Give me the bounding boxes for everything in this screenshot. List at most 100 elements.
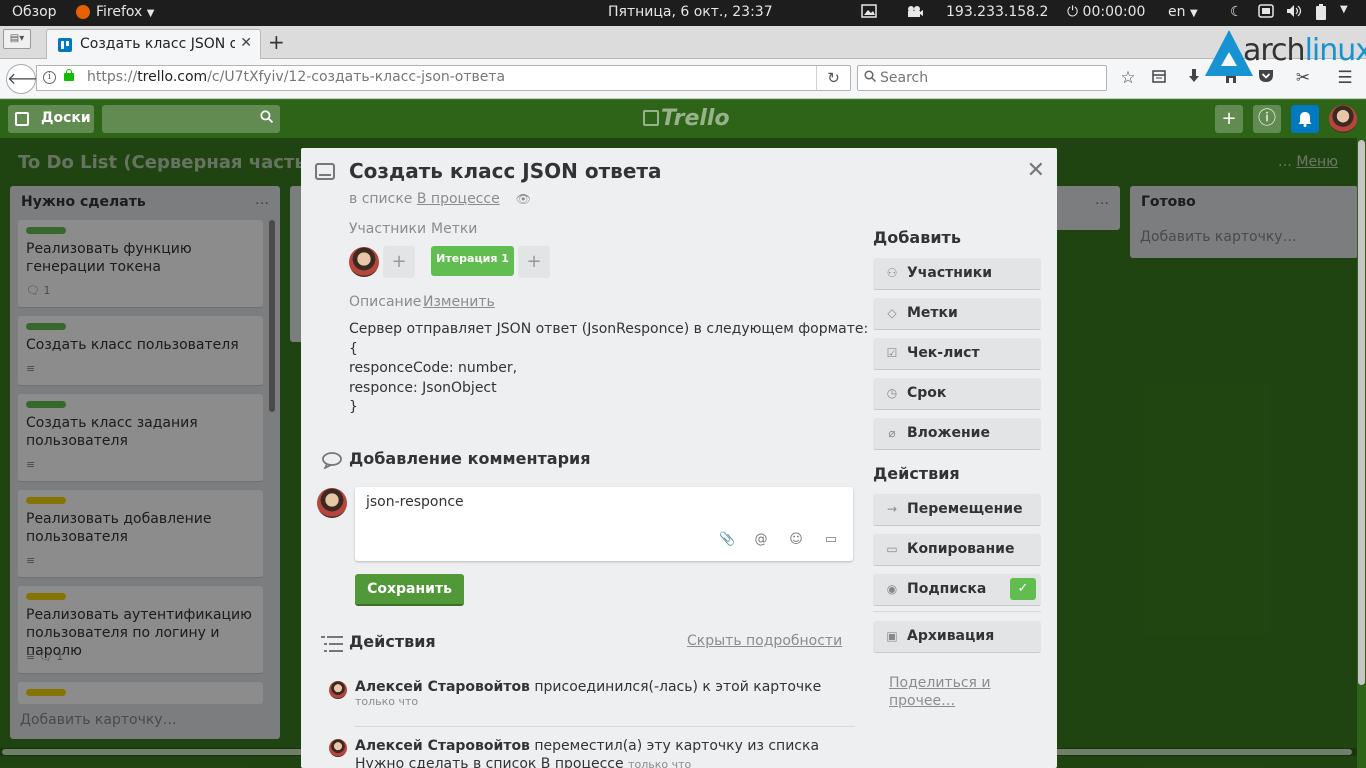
display-icon[interactable]: [1258, 4, 1274, 22]
app-menu-button[interactable]: Firefox ▼: [76, 4, 155, 20]
clock[interactable]: Пятница, 6 окт., 23:37: [608, 4, 773, 20]
boards-label: Доски: [41, 110, 91, 126]
ip-address[interactable]: 193.233.158.2: [946, 4, 1048, 20]
create-button[interactable]: +: [1215, 105, 1243, 133]
activity-text: присоединился(-лась) к этой карточке: [529, 679, 822, 695]
webcam-icon[interactable]: [906, 4, 924, 22]
close-icon[interactable]: ✕: [1027, 158, 1045, 183]
label-chip[interactable]: Итерация 1: [431, 246, 514, 276]
move-button[interactable]: → Перемещение: [873, 494, 1041, 526]
labels-button[interactable]: ◇ Метки: [873, 298, 1041, 330]
activity-user[interactable]: Алексей Старовойтов: [355, 679, 530, 695]
user-avatar[interactable]: [1329, 105, 1357, 133]
search-input[interactable]: [880, 68, 1100, 88]
add-comment-heading: Добавление комментария: [349, 449, 591, 468]
description-text[interactable]: Сервер отправляет JSON ответ (JsonRespon…: [349, 320, 868, 418]
edit-description-link[interactable]: Изменить: [423, 294, 495, 310]
checklist-button[interactable]: ☑ Чек-лист: [873, 338, 1041, 370]
list-name-link[interactable]: В процессе: [417, 191, 500, 207]
timer[interactable]: ⏻ 00:00:00: [1067, 4, 1145, 20]
vertical-scrollbar[interactable]: [1357, 138, 1366, 768]
arch-word: arch: [1243, 33, 1306, 68]
activity-avatar[interactable]: [329, 681, 347, 699]
reload-icon[interactable]: ↻: [816, 66, 850, 90]
paperclip-icon: ⌀: [888, 426, 896, 440]
volume-icon[interactable]: [1286, 4, 1302, 22]
boards-button[interactable]: Доски: [8, 105, 94, 133]
save-button[interactable]: Сохранить: [355, 574, 464, 606]
activity-item: Алексей Старовойтов присоединился(-лась)…: [355, 679, 845, 708]
night-light-icon[interactable]: ☾: [1230, 4, 1243, 20]
archive-button[interactable]: ▣ Архивация: [873, 621, 1041, 653]
trello-logo[interactable]: Trello: [643, 106, 730, 131]
hide-details-link[interactable]: Скрыть подробности: [687, 633, 842, 649]
arch-logo-text: archlinux: [1243, 33, 1366, 68]
tab-close-icon[interactable]: ✕: [240, 35, 252, 51]
sidebar-divider: [873, 611, 1041, 612]
share-and-more-link[interactable]: Поделиться и прочее…: [889, 674, 991, 710]
actions-heading: Действия: [349, 632, 436, 651]
subscribe-button[interactable]: ◉ Подписка ✓: [873, 574, 1041, 606]
trello-header: Доски Trello + ⓘ: [0, 100, 1366, 138]
sidebar-toggle-button[interactable]: ▤▾: [3, 29, 31, 49]
info-button[interactable]: ⓘ: [1253, 105, 1281, 133]
activity-time[interactable]: только что: [355, 695, 845, 708]
activity-user[interactable]: Алексей Старовойтов: [355, 738, 530, 754]
screenshot-icon[interactable]: [861, 4, 877, 22]
members-button[interactable]: ⚇ Участники: [873, 258, 1041, 290]
comment-input[interactable]: json-responce 📎 @ ☺ ▭: [355, 487, 853, 561]
bookmark-star-icon[interactable]: ☆: [1117, 68, 1139, 88]
activity-avatar[interactable]: [329, 739, 347, 757]
attachment-button-label: Вложение: [907, 425, 990, 441]
power-icon: ⏻: [1067, 4, 1079, 20]
url-text[interactable]: https://trello.com/c/U7tXfyiv/12-создать…: [87, 69, 505, 85]
move-button-label: Перемещение: [907, 501, 1023, 517]
eye-icon: 👁: [515, 192, 531, 206]
search-icon: [864, 70, 877, 86]
activity-time[interactable]: только что: [628, 758, 691, 768]
eye-icon: ◉: [886, 582, 898, 596]
trello-search-input[interactable]: [102, 105, 280, 133]
activity-list-icon: [321, 635, 343, 657]
description-line: responceCode: number,: [349, 360, 518, 376]
card-title[interactable]: Создать класс JSON ответа: [349, 159, 661, 183]
search-bar[interactable]: [857, 65, 1107, 91]
battery-icon[interactable]: [1316, 4, 1326, 24]
archive-icon: ▣: [886, 629, 898, 643]
paperclip-icon[interactable]: 📎: [719, 532, 735, 547]
url-prefix: https://: [87, 69, 138, 85]
scrollbar-thumb[interactable]: [1358, 140, 1365, 685]
emoji-icon[interactable]: ☺: [788, 532, 804, 547]
speech-bubble-icon: [321, 451, 343, 473]
card-link-icon[interactable]: ▭: [823, 532, 839, 547]
labels-button-label: Метки: [907, 305, 958, 321]
bell-icon: [1298, 112, 1312, 127]
activity-divider: [355, 726, 855, 727]
new-tab-button[interactable]: +: [268, 30, 285, 54]
add-label-button[interactable]: +: [518, 246, 550, 278]
arch-linux-logo: archlinux: [1205, 30, 1366, 80]
attachment-button[interactable]: ⌀ Вложение: [873, 418, 1041, 450]
comment-text: json-responce: [366, 494, 464, 510]
trello-favicon-icon: [58, 38, 72, 52]
system-menu-chevron-icon[interactable]: ▼: [1340, 4, 1348, 15]
person-icon: ⚇: [886, 266, 898, 280]
share-line-1: Поделиться и: [889, 675, 991, 691]
lock-icon[interactable]: [64, 69, 74, 81]
member-avatar[interactable]: [349, 247, 379, 277]
notifications-button[interactable]: [1291, 105, 1319, 133]
url-bar[interactable]: i https://trello.com/c/U7tXfyiv/12-созда…: [36, 65, 851, 91]
add-member-button[interactable]: +: [383, 246, 415, 278]
gnome-top-bar: Обзор Firefox ▼ Пятница, 6 окт., 23:37 1…: [0, 0, 1366, 26]
browser-tab[interactable]: Создать класс JSON ответа ✕: [46, 29, 261, 59]
activities-button[interactable]: Обзор: [12, 4, 57, 20]
download-icon[interactable]: [1183, 68, 1205, 89]
checkbox-icon: ☑: [886, 346, 898, 360]
due-date-button[interactable]: ◷ Срок: [873, 378, 1041, 410]
info-icon[interactable]: i: [43, 71, 56, 84]
back-button[interactable]: 🡐: [6, 64, 50, 94]
mention-icon[interactable]: @: [753, 532, 769, 547]
reading-list-icon[interactable]: [1148, 68, 1170, 89]
keyboard-layout[interactable]: en ▼: [1168, 4, 1198, 20]
copy-button[interactable]: ▭ Копирование: [873, 534, 1041, 566]
